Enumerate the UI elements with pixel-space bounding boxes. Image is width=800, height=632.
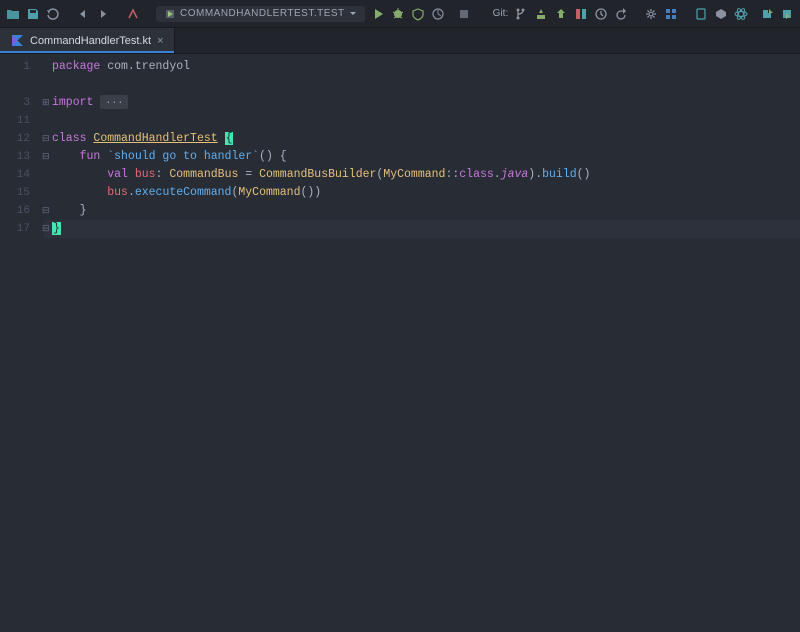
run-icon[interactable] xyxy=(371,6,385,22)
line-number: 14 xyxy=(0,166,44,184)
code-line: ⊟class CommandHandlerTest { xyxy=(44,130,800,148)
code-line: val bus: CommandBus = CommandBusBuilder(… xyxy=(44,166,800,184)
git-rollback-icon[interactable] xyxy=(614,6,628,22)
tab-commandhandlertest[interactable]: CommandHandlerTest.kt × xyxy=(0,28,175,53)
code-line: ⊞import ... xyxy=(44,94,800,112)
line-number: 3 xyxy=(0,94,44,112)
line-gutter: 1 3 11 12 13 14 15 16 17 xyxy=(0,54,44,632)
profile-icon[interactable] xyxy=(431,6,445,22)
avd-icon[interactable] xyxy=(694,6,708,22)
line-number: 16 xyxy=(0,202,44,220)
close-icon[interactable]: × xyxy=(157,35,163,47)
line-number: 13 xyxy=(0,148,44,166)
run-config-label: COMMANDHANDLERTEST.TEST xyxy=(180,8,345,19)
git-label: Git: xyxy=(493,8,509,19)
code-line: bus.executeCommand(MyCommand()) xyxy=(44,184,800,202)
tab-label: CommandHandlerTest.kt xyxy=(30,35,151,47)
redo-icon[interactable] xyxy=(96,6,110,22)
line-number: 15 xyxy=(0,184,44,202)
code-line xyxy=(44,76,800,94)
refresh-icon[interactable] xyxy=(46,6,60,22)
atom-icon[interactable] xyxy=(734,6,748,22)
fold-end-icon[interactable]: ⊟ xyxy=(42,207,50,215)
debug-icon[interactable] xyxy=(391,6,405,22)
git-history-icon[interactable] xyxy=(594,6,608,22)
export-icon[interactable] xyxy=(760,6,774,22)
git-push-icon[interactable] xyxy=(554,6,568,22)
sdk-icon[interactable] xyxy=(714,6,728,22)
line-number: 11 xyxy=(0,112,44,130)
code-line xyxy=(44,112,800,130)
editor-tabs: CommandHandlerTest.kt × xyxy=(0,28,800,54)
undo-icon[interactable] xyxy=(76,6,90,22)
settings-icon[interactable] xyxy=(644,6,658,22)
line-number: 17 xyxy=(0,220,44,238)
line-number xyxy=(0,76,44,94)
run-configuration-select[interactable]: COMMANDHANDLERTEST.TEST xyxy=(156,6,365,22)
code-line: package com.trendyol xyxy=(44,58,800,76)
import-icon[interactable] xyxy=(780,6,794,22)
code-line: ⊟ fun `should go to handler`() { xyxy=(44,148,800,166)
plugins-icon[interactable] xyxy=(664,6,678,22)
git-commit-icon[interactable] xyxy=(534,6,548,22)
save-icon[interactable] xyxy=(26,6,40,22)
fold-collapse-icon[interactable]: ⊟ xyxy=(42,153,50,161)
line-number: 1 xyxy=(0,58,44,76)
folded-block[interactable]: ... xyxy=(100,95,128,109)
kotlin-file-icon xyxy=(10,34,24,48)
fold-collapse-icon[interactable]: ⊟ xyxy=(42,135,50,143)
code-line-current: ⊟} xyxy=(44,220,800,238)
git-branch-icon[interactable] xyxy=(514,6,528,22)
open-icon[interactable] xyxy=(6,6,20,22)
code-line: ⊟ } xyxy=(44,202,800,220)
code-editor[interactable]: 1 3 11 12 13 14 15 16 17 package com.tre… xyxy=(0,54,800,632)
main-toolbar: COMMANDHANDLERTEST.TEST Git: xyxy=(0,0,800,28)
fold-end-icon[interactable]: ⊟ xyxy=(42,225,50,233)
code-area[interactable]: package com.trendyol ⊞import ... ⊟class … xyxy=(44,54,800,632)
stop-icon[interactable] xyxy=(457,6,471,22)
git-diff-icon[interactable] xyxy=(574,6,588,22)
line-number: 12 xyxy=(0,130,44,148)
build-icon[interactable] xyxy=(126,6,140,22)
chevron-down-icon xyxy=(349,10,357,18)
fold-expand-icon[interactable]: ⊞ xyxy=(42,99,50,107)
coverage-icon[interactable] xyxy=(411,6,425,22)
